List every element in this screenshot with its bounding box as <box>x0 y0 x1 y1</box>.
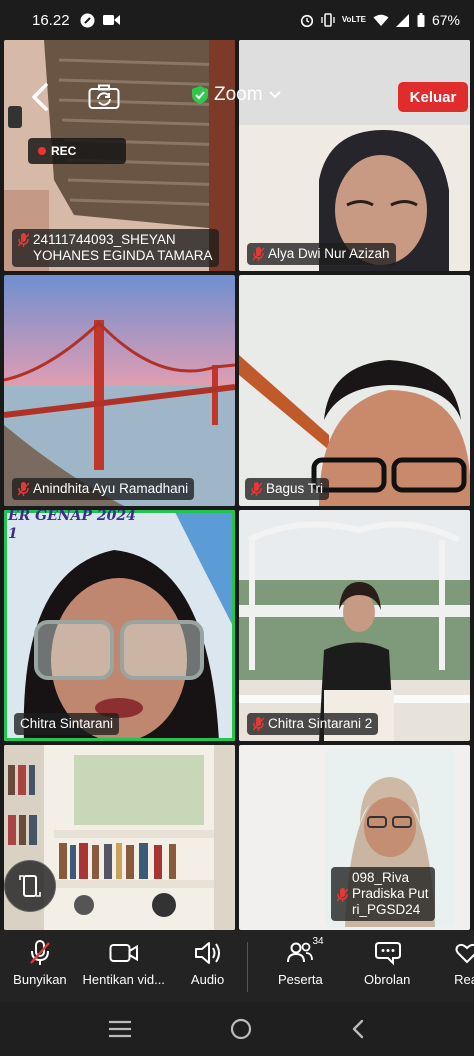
participant-name-cont: ri_PGSD24 <box>352 902 421 917</box>
self-view-thumbnail[interactable]: 098_Riva Pradiska Put ri_PGSD24 <box>325 749 455 927</box>
screen-switch-button[interactable] <box>4 860 56 912</box>
side-handle[interactable] <box>8 106 22 128</box>
video-feed <box>239 40 470 271</box>
reactions-button[interactable]: Rea <box>422 930 474 1002</box>
mic-muted-icon <box>251 482 262 496</box>
participant-name-cont: Pradiska Put <box>352 886 429 901</box>
participant-name: Alya Dwi Nur Azizah <box>268 246 390 261</box>
leave-button[interactable]: Keluar <box>398 82 468 112</box>
meeting-title: Zoom <box>214 84 263 105</box>
participant-name-cont: YOHANES EGINDA TAMARA <box>33 248 213 263</box>
participant-name-tag: 24111744093_SHEYAN YOHANES EGINDA TAMARA <box>12 229 219 267</box>
meeting-toolbar: Bunyikan Hentikan vid... Audio 34 Pesert… <box>0 930 474 1002</box>
heart-icon <box>455 943 474 964</box>
participant-name: Bagus Tri <box>266 481 324 496</box>
battery-icon <box>417 13 425 27</box>
audio-button[interactable]: Audio <box>168 930 248 1002</box>
nfc-icon <box>80 13 95 27</box>
mic-muted-icon <box>253 717 264 731</box>
signal-icon <box>395 13 409 27</box>
video-tile[interactable]: Chitra Sintarani 2 <box>239 510 470 741</box>
participant-count: 34 <box>312 936 324 947</box>
home-icon[interactable] <box>230 1018 252 1040</box>
toolbar-label: Hentikan vid... <box>82 972 165 987</box>
video-tile[interactable]: Anindhita Ayu Ramadhani <box>4 275 235 506</box>
participant-name-tag: 098_Riva Pradiska Put ri_PGSD24 <box>331 867 435 921</box>
system-nav-bar <box>0 1002 474 1056</box>
participant-name-tag: Chitra Sintarani 2 <box>247 713 379 735</box>
stop-video-button[interactable]: Hentikan vid... <box>80 930 168 1002</box>
participant-name-tag: Anindhita Ayu Ramadhani <box>12 478 195 500</box>
volte-label: VoLTE <box>341 15 366 24</box>
video-icon <box>102 15 120 25</box>
status-bar: 16.22 VoLTE 67% <box>0 0 474 40</box>
toolbar-label: Bunyikan <box>13 972 67 987</box>
participants-icon <box>287 942 314 963</box>
video-feed <box>239 275 470 506</box>
battery-percent: 67% <box>431 12 460 28</box>
video-feed <box>239 510 470 741</box>
toolbar-label: Obrolan <box>364 972 411 987</box>
phone-rotate-icon <box>19 875 41 897</box>
video-grid: 24111744093_SHEYAN YOHANES EGINDA TAMARA … <box>0 40 474 930</box>
toolbar-label: Rea <box>454 972 474 987</box>
participant-name-tag: Chitra Sintarani <box>14 713 120 735</box>
video-tile[interactable]: Alya Dwi Nur Azizah <box>239 40 470 271</box>
recent-apps-icon[interactable] <box>109 1020 132 1038</box>
participant-name-tag: Alya Dwi Nur Azizah <box>247 243 396 265</box>
participant-name: 24111744093_SHEYAN <box>33 232 176 247</box>
switch-camera-icon[interactable] <box>88 84 120 110</box>
participant-name: 098_Riva <box>352 870 410 885</box>
vibrate-icon <box>321 13 335 27</box>
virtual-background <box>4 275 235 506</box>
recording-badge[interactable]: REC <box>28 138 126 164</box>
shield-check-icon <box>192 86 208 104</box>
unmute-button[interactable]: Bunyikan <box>0 930 80 1002</box>
status-time: 16.22 <box>32 11 70 29</box>
speaker-icon <box>194 942 220 964</box>
participant-name: Chitra Sintarani 2 <box>268 716 373 731</box>
recording-label: REC <box>51 144 77 158</box>
video-tile-active-speaker[interactable]: ER GENAP 2024 1 Chitra Sintarani <box>4 510 235 741</box>
chat-button[interactable]: Obrolan <box>352 930 422 1002</box>
wifi-icon <box>373 14 389 26</box>
video-tile[interactable]: Bagus Tri <box>239 275 470 506</box>
toolbar-label: Audio <box>190 972 225 987</box>
alarm-icon <box>300 14 313 27</box>
mic-muted-icon <box>253 247 264 261</box>
back-nav-icon[interactable] <box>351 1019 365 1039</box>
participant-name: Chitra Sintarani <box>20 716 114 731</box>
participant-name: Anindhita Ayu Ramadhani <box>33 481 189 496</box>
record-dot-icon <box>38 147 46 155</box>
mic-muted-icon <box>337 888 348 902</box>
chat-icon <box>375 942 402 966</box>
chevron-down-icon <box>268 91 281 99</box>
participants-button[interactable]: 34 Peserta <box>248 930 352 1002</box>
shared-banner-text: ER GENAP 2024 1 <box>8 510 136 542</box>
video-tile[interactable]: 098_Riva Pradiska Put ri_PGSD24 <box>239 745 470 930</box>
participant-name-tag: Bagus Tri <box>245 478 330 500</box>
meeting-title-dropdown[interactable]: Zoom <box>192 84 281 106</box>
video-feed <box>4 510 235 741</box>
back-arrow-icon[interactable] <box>26 82 54 112</box>
video-camera-icon <box>109 944 138 962</box>
mic-muted-icon <box>18 233 29 247</box>
mic-muted-icon <box>30 940 50 965</box>
toolbar-label: Peserta <box>277 972 323 987</box>
mic-muted-icon <box>18 482 29 496</box>
